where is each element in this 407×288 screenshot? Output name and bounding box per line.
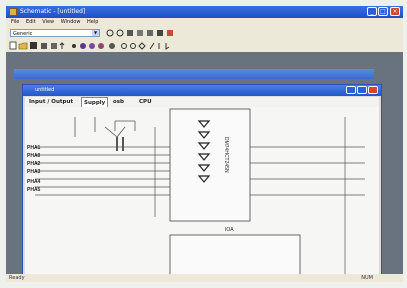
toolbar-top: Generic ▼ [6,27,403,39]
net-label: PHA2 [27,161,41,167]
fit-icon[interactable] [98,43,104,49]
menu-help[interactable]: Help [87,18,98,27]
junction-icon[interactable] [130,43,136,49]
document-window: untitled Input / Output Supply osb CPU D… [22,84,382,282]
document-titlebar: untitled [23,85,381,96]
app-title: Schematic - [untitled] [20,8,86,15]
net-label: PHA0 [27,153,41,159]
ic-part-label: DM74HCT245N [223,137,229,173]
tab-osb[interactable]: osb [111,97,126,107]
doc-maximize-button[interactable] [357,86,367,94]
toolbar-main [6,39,403,53]
component-icon[interactable] [127,30,133,36]
menu-window[interactable]: Window [61,18,81,27]
close-button[interactable]: × [390,7,400,16]
bus-icon[interactable] [147,30,153,36]
doc-minimize-button[interactable] [346,86,356,94]
print-icon[interactable] [41,43,47,49]
cut-icon[interactable] [51,43,57,49]
label-icon[interactable] [157,30,163,36]
component-library-select[interactable]: Generic ▼ [10,29,100,37]
sheet-tabs: Input / Output Supply osb CPU [25,97,379,107]
up-arrow-icon[interactable] [59,42,65,49]
wire-icon[interactable] [137,30,143,36]
line-icon[interactable] [149,42,155,50]
zoom-icon[interactable] [80,43,86,49]
tab-input-output[interactable]: Input / Output [27,97,75,107]
minimized-window-bar[interactable] [14,69,374,79]
combo-value: Generic [13,31,33,37]
toolbar-top-icons [106,29,173,37]
maximize-button[interactable]: □ [378,7,388,16]
photo-frame: Schematic - [untitled] _ □ × File Edit V… [0,0,407,288]
new-file-icon[interactable] [9,41,17,50]
app-titlebar: Schematic - [untitled] _ □ × [6,6,403,18]
io-block-label: IOA [225,227,234,233]
pin-icon[interactable] [121,43,127,49]
tab-supply[interactable]: Supply [81,97,109,107]
stop-icon[interactable] [167,30,173,36]
document-body: Input / Output Supply osb CPU DM74HCT245… [25,97,379,282]
menu-view[interactable]: View [42,18,54,27]
probe-icon[interactable] [109,43,115,49]
open-folder-icon[interactable] [18,42,28,50]
save-icon[interactable] [30,42,37,49]
mdi-desktop: untitled Input / Output Supply osb CPU D… [6,52,403,282]
net-label: PHA5 [27,187,41,193]
doc-close-button[interactable] [368,86,378,94]
menu-edit[interactable]: Edit [26,18,36,27]
pointer-icon[interactable] [165,43,170,50]
statusbar: Ready NUM [6,274,403,282]
status-num: NUM [361,275,373,281]
net-label: PHA4 [27,179,41,185]
minimize-button[interactable]: _ [367,7,377,16]
diamond-icon[interactable] [138,42,146,50]
zoom-out-icon[interactable] [89,43,95,49]
schematic-canvas[interactable]: DM74HCT245N PHA1 PHA0 PHA2 PHA3 PHA4 PHA… [25,107,379,282]
net-label: PHA1 [27,145,41,151]
status-text: Ready [9,275,25,281]
menu-file[interactable]: File [11,18,19,27]
dot-icon[interactable] [72,44,76,48]
chevron-down-icon[interactable]: ▼ [92,30,99,36]
net-label: PHA3 [27,169,41,175]
ic-chip[interactable] [169,108,251,222]
app-icon [9,8,17,16]
toolbar-main-icons [9,41,170,50]
redo-icon[interactable] [116,29,124,37]
screen: Schematic - [untitled] _ □ × File Edit V… [6,6,403,282]
menubar: File Edit View Window Help [6,18,403,27]
undo-icon[interactable] [106,29,114,37]
document-title: untitled [35,87,55,93]
tab-cpu[interactable]: CPU [137,97,154,107]
